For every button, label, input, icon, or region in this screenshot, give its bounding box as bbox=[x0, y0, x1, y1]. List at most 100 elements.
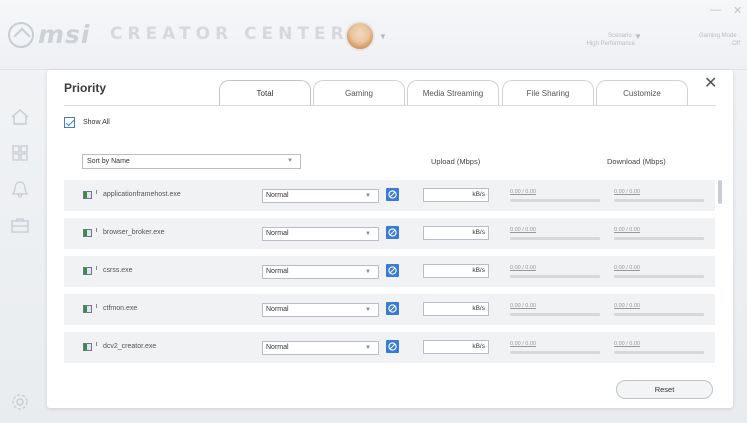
priority-value: Normal bbox=[266, 192, 289, 199]
briefcase-icon[interactable] bbox=[10, 216, 30, 234]
rate-limit-input[interactable]: kB/s bbox=[423, 264, 489, 278]
tab-customize[interactable]: Customize bbox=[596, 80, 688, 106]
upload-column-header: Upload (Mbps) bbox=[431, 157, 481, 166]
download-bar bbox=[614, 199, 704, 202]
download-bar bbox=[614, 313, 704, 316]
dialog-close-button[interactable]: ✕ bbox=[704, 76, 717, 92]
sort-dropdown[interactable]: Sort by Name ▼ bbox=[82, 154, 301, 169]
upload-bar bbox=[510, 237, 600, 240]
upload-bar bbox=[510, 199, 600, 202]
gaming-mode-label: Gaming Mode : bbox=[698, 33, 740, 39]
settings-gear-icon[interactable] bbox=[10, 393, 30, 411]
block-icon bbox=[388, 304, 397, 313]
rate-limit-input[interactable]: kB/s bbox=[423, 340, 489, 354]
download-stat: 0.00 / 0.00 bbox=[614, 265, 640, 271]
upload-stat: 0.00 / 0.00 bbox=[510, 227, 536, 233]
download-bar bbox=[614, 237, 704, 240]
download-stat: 0.00 / 0.00 bbox=[614, 189, 640, 195]
priority-dropdown[interactable]: Normal ▼ bbox=[262, 303, 379, 317]
process-icon bbox=[83, 228, 97, 237]
chevron-down-icon: ▼ bbox=[365, 193, 371, 199]
table-row: ctfmon.exe Normal ▼ kB/s 0.00 / 0.00 0.00 / 0… bbox=[64, 294, 715, 325]
list-scrollbar[interactable] bbox=[718, 180, 722, 204]
tab-divider bbox=[64, 105, 716, 106]
rate-limit-input[interactable]: kB/s bbox=[423, 302, 489, 316]
download-stat: 0.00 / 0.00 bbox=[614, 341, 640, 347]
chevron-down-icon: ▼ bbox=[365, 269, 371, 275]
window-minimize-button[interactable]: — bbox=[710, 4, 721, 16]
block-button[interactable] bbox=[386, 302, 399, 315]
block-icon bbox=[388, 190, 397, 199]
apps-grid-icon[interactable] bbox=[10, 144, 30, 162]
chevron-down-icon: ▼ bbox=[287, 158, 293, 164]
table-row: browser_broker.exe Normal ▼ kB/s 0.00 / 0.00… bbox=[64, 218, 715, 249]
gaming-mode-value: Off bbox=[732, 41, 740, 47]
block-icon bbox=[388, 228, 397, 237]
upload-bar bbox=[510, 313, 600, 316]
process-name: csrss.exe bbox=[103, 267, 133, 274]
tab-file-sharing[interactable]: File Sharing bbox=[502, 80, 594, 106]
window-close-button[interactable]: ✕ bbox=[733, 4, 742, 17]
scenario-chevron-down-icon[interactable]: ▼ bbox=[634, 32, 642, 41]
process-name: browser_broker.exe bbox=[103, 229, 165, 236]
chevron-down-icon: ▼ bbox=[365, 231, 371, 237]
table-row: applicationframehost.exe Normal ▼ kB/s 0.00 … bbox=[64, 180, 715, 211]
table-row: csrss.exe Normal ▼ kB/s 0.00 / 0.00 0.00 / 0.… bbox=[64, 256, 715, 287]
block-button[interactable] bbox=[386, 188, 399, 201]
dialog-title: Priority bbox=[64, 81, 107, 95]
rate-limit-input[interactable]: kB/s bbox=[423, 226, 489, 240]
block-icon bbox=[388, 342, 397, 351]
user-avatar[interactable] bbox=[345, 21, 375, 51]
sort-value: Sort by Name bbox=[87, 158, 130, 165]
brand-name: msi bbox=[38, 20, 91, 49]
download-stat: 0.00 / 0.00 bbox=[614, 227, 640, 233]
chevron-down-icon: ▼ bbox=[365, 307, 371, 313]
table-row: dcv2_creator.exe Normal ▼ kB/s 0.00 / 0.00 0.… bbox=[64, 332, 715, 363]
upload-bar bbox=[510, 275, 600, 278]
download-bar bbox=[614, 351, 704, 354]
priority-dropdown[interactable]: Normal ▼ bbox=[262, 189, 379, 203]
priority-dropdown[interactable]: Normal ▼ bbox=[262, 227, 379, 241]
block-button[interactable] bbox=[386, 226, 399, 239]
show-all-checkbox[interactable] bbox=[64, 117, 75, 128]
scenario-selector[interactable]: Scenario : High Performance bbox=[545, 32, 635, 48]
app-title: CREATOR CENTER bbox=[110, 24, 349, 44]
priority-dialog: Priority ✕ Total Gaming Media Streaming … bbox=[47, 70, 733, 408]
download-column-header: Download (Mbps) bbox=[607, 157, 666, 166]
process-icon bbox=[83, 304, 97, 313]
process-icon bbox=[83, 342, 97, 351]
upload-stat: 0.00 / 0.00 bbox=[510, 265, 536, 271]
tab-media-streaming[interactable]: Media Streaming bbox=[407, 80, 499, 106]
tab-total[interactable]: Total bbox=[219, 80, 311, 106]
avatar-chevron-down-icon[interactable]: ▼ bbox=[379, 32, 387, 41]
download-bar bbox=[614, 275, 704, 278]
bell-icon[interactable] bbox=[10, 180, 30, 198]
upload-stat: 0.00 / 0.00 bbox=[510, 341, 536, 347]
process-name: applicationframehost.exe bbox=[103, 191, 181, 198]
block-button[interactable] bbox=[386, 340, 399, 353]
chevron-down-icon: ▼ bbox=[365, 345, 371, 351]
block-button[interactable] bbox=[386, 264, 399, 277]
upload-stat: 0.00 / 0.00 bbox=[510, 189, 536, 195]
upload-bar bbox=[510, 351, 600, 354]
top-bar: msi CREATOR CENTER ▼ Scenario : High Per… bbox=[0, 0, 747, 70]
rate-limit-input[interactable]: kB/s bbox=[423, 188, 489, 202]
process-name: ctfmon.exe bbox=[103, 305, 138, 312]
process-name: dcv2_creator.exe bbox=[103, 343, 157, 350]
gaming-mode-status[interactable]: Gaming Mode : Off bbox=[680, 32, 740, 48]
msi-dragon-logo-icon bbox=[8, 22, 34, 48]
priority-value: Normal bbox=[266, 230, 289, 237]
tab-gaming[interactable]: Gaming bbox=[313, 80, 405, 106]
priority-value: Normal bbox=[266, 344, 289, 351]
home-icon[interactable] bbox=[10, 108, 30, 126]
process-icon bbox=[83, 190, 97, 199]
download-stat: 0.00 / 0.00 bbox=[614, 303, 640, 309]
scenario-value: High Performance bbox=[586, 41, 635, 47]
show-all-label: Show All bbox=[83, 119, 110, 126]
priority-value: Normal bbox=[266, 306, 289, 313]
reset-button[interactable]: Reset bbox=[616, 380, 713, 399]
priority-value: Normal bbox=[266, 268, 289, 275]
upload-stat: 0.00 / 0.00 bbox=[510, 303, 536, 309]
priority-dropdown[interactable]: Normal ▼ bbox=[262, 341, 379, 355]
priority-dropdown[interactable]: Normal ▼ bbox=[262, 265, 379, 279]
